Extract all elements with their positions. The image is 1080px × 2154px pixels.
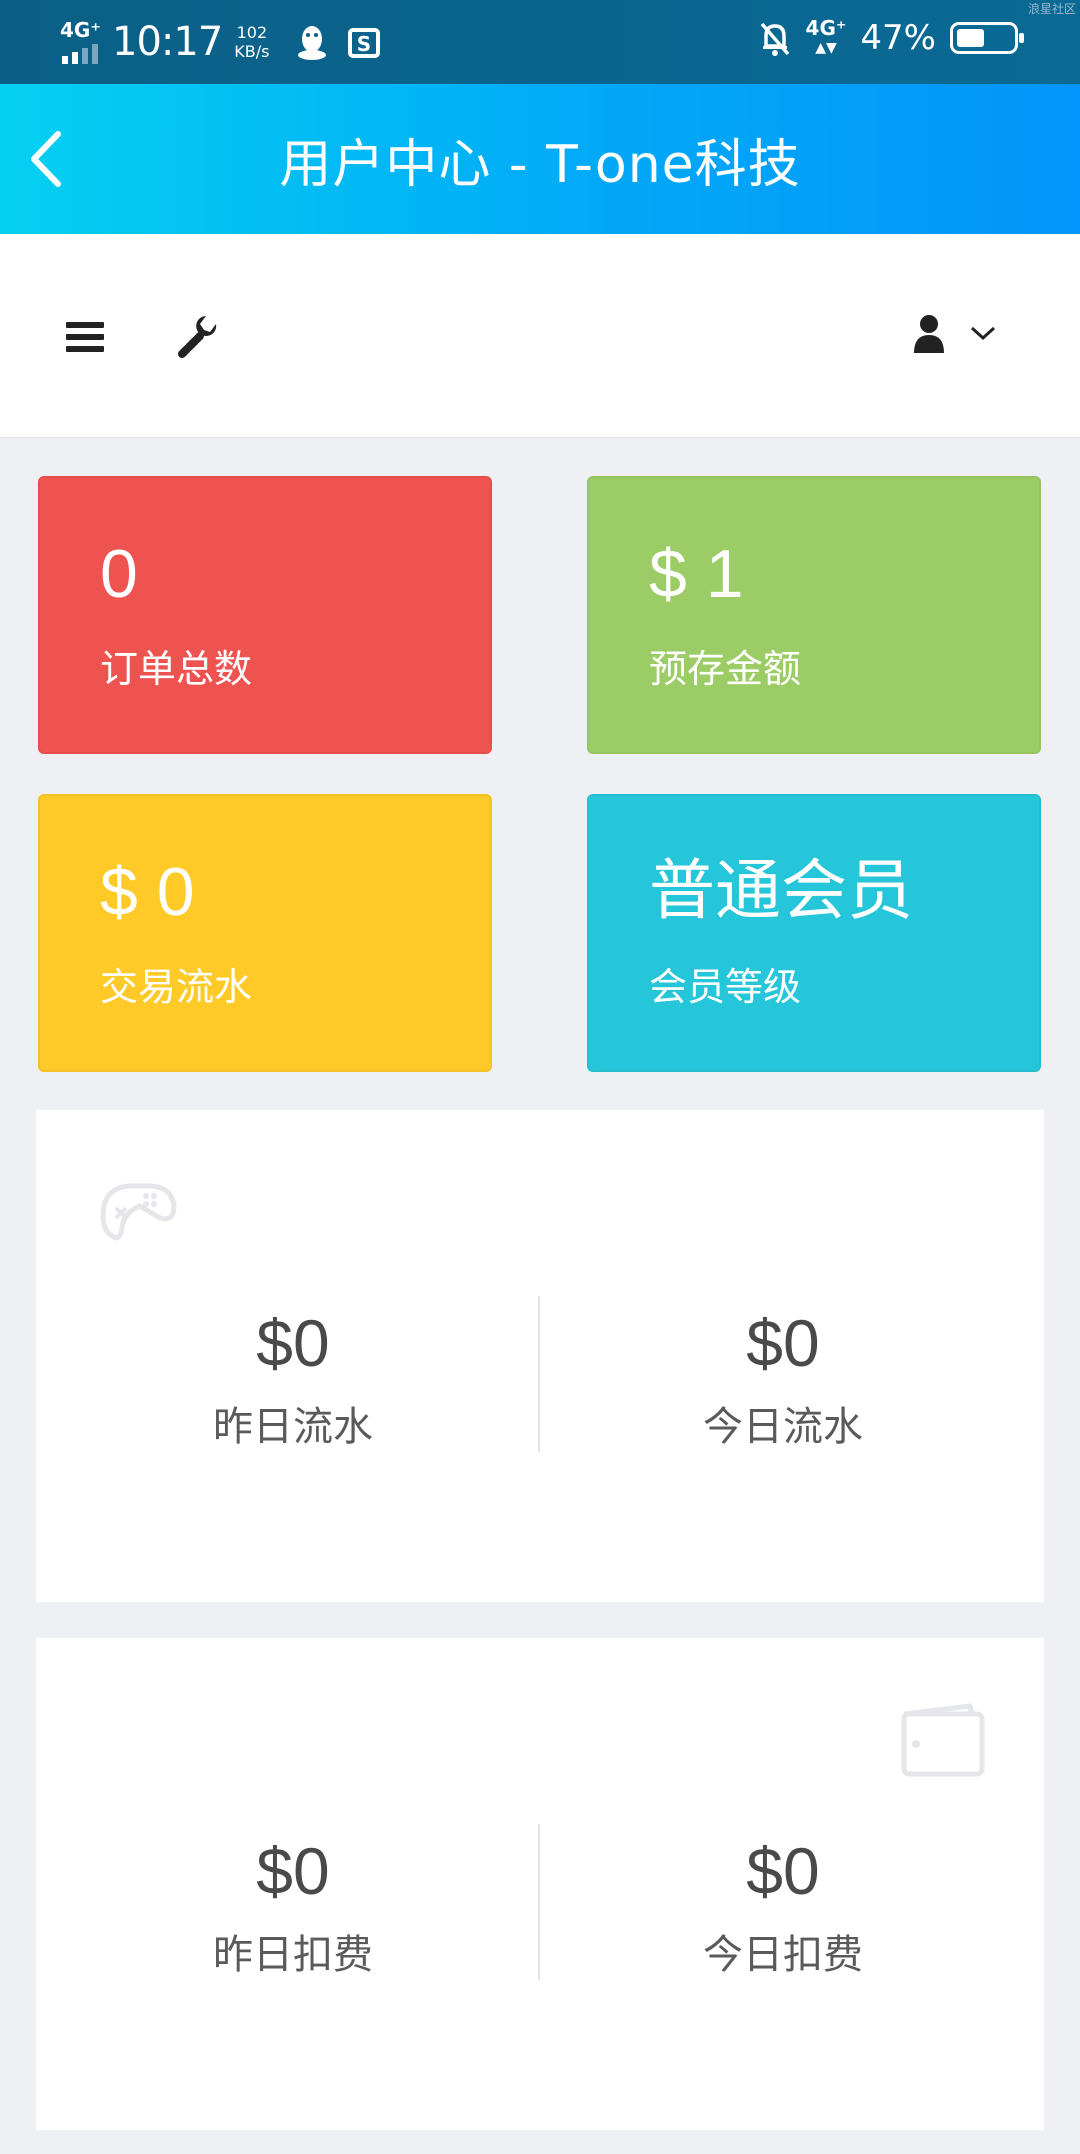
watermark-text: 浪星社区 bbox=[1027, 2, 1076, 16]
transaction-flow-card[interactable]: $ 0 交易流水 bbox=[38, 794, 492, 1072]
transaction-flow-value: $ 0 bbox=[100, 854, 195, 930]
flow-panel: $0 昨日流水 $0 今日流水 bbox=[36, 1110, 1044, 1602]
svg-text:S: S bbox=[357, 32, 371, 56]
chevron-down-icon bbox=[970, 326, 996, 341]
today-flow-label: 今日流水 bbox=[703, 1404, 863, 1450]
today-fee-label: 今日扣费 bbox=[703, 1932, 863, 1978]
today-fee-metric: $0 今日扣费 bbox=[583, 1838, 983, 1980]
order-count-value: 0 bbox=[100, 536, 138, 612]
yesterday-flow-metric: $0 昨日流水 bbox=[93, 1310, 493, 1452]
yesterday-fee-label: 昨日扣费 bbox=[213, 1932, 373, 1978]
user-menu-button[interactable] bbox=[912, 310, 1012, 356]
panel-divider bbox=[538, 1296, 540, 1452]
battery-icon bbox=[950, 22, 1024, 54]
wrench-icon[interactable] bbox=[176, 314, 222, 360]
top-toolbar bbox=[0, 234, 1080, 438]
panel-divider bbox=[538, 1824, 540, 1980]
member-level-label: 会员等级 bbox=[649, 965, 802, 1009]
yesterday-flow-label: 昨日流水 bbox=[213, 1404, 373, 1450]
today-flow-amount: $0 bbox=[746, 1306, 820, 1380]
title-bar: 用户中心 - T-one科技 bbox=[0, 84, 1080, 234]
qq-penguin-icon bbox=[298, 26, 327, 60]
yesterday-flow-amount: $0 bbox=[256, 1306, 330, 1380]
deposit-value: $ 1 bbox=[649, 536, 744, 612]
deposit-label: 预存金额 bbox=[649, 647, 802, 691]
order-count-card[interactable]: 0 订单总数 bbox=[38, 476, 492, 754]
network-speed: 102 KB/s bbox=[234, 23, 270, 61]
screenshot-app-icon: S bbox=[348, 28, 381, 58]
clock: 10:17 bbox=[112, 19, 223, 65]
today-flow-metric: $0 今日流水 bbox=[583, 1310, 983, 1452]
network-type-label: 4G⁺ bbox=[60, 18, 101, 42]
signal-icon: 4G⁺ bbox=[58, 14, 102, 70]
deposit-card[interactable]: $ 1 预存金额 bbox=[587, 476, 1041, 754]
battery-percent: 47% bbox=[860, 18, 936, 58]
network-type-icon: 4G⁺ ▲▼ bbox=[805, 16, 847, 56]
gamepad-icon bbox=[100, 1183, 177, 1241]
member-level-value: 普通会员 bbox=[649, 852, 913, 929]
user-icon bbox=[914, 315, 944, 353]
yesterday-fee-metric: $0 昨日扣费 bbox=[93, 1838, 493, 1980]
member-level-card[interactable]: 普通会员 会员等级 bbox=[587, 794, 1041, 1072]
fee-panel: $0 昨日扣费 $0 今日扣费 bbox=[36, 1638, 1044, 2130]
today-fee-amount: $0 bbox=[746, 1834, 820, 1908]
yesterday-fee-amount: $0 bbox=[256, 1834, 330, 1908]
transaction-flow-label: 交易流水 bbox=[100, 965, 253, 1009]
wallet-icon bbox=[901, 1703, 985, 1777]
hamburger-menu-icon[interactable] bbox=[66, 320, 106, 354]
page-title: 用户中心 - T-one科技 bbox=[279, 135, 801, 195]
mute-bell-icon bbox=[760, 22, 789, 56]
status-bar: 4G⁺ 10:17 102 KB/s S 4G⁺ ▲▼ 47% 浪星社区 bbox=[0, 0, 1080, 84]
order-count-label: 订单总数 bbox=[100, 647, 253, 691]
